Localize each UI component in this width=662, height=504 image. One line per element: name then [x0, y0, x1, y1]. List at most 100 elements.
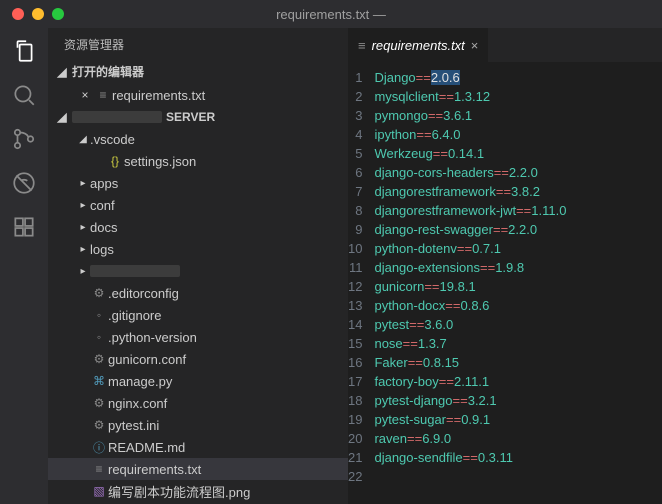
file-item[interactable]: {}settings.json [48, 150, 348, 172]
file-icon: ≡ [358, 38, 366, 53]
file-icon: ≡ [94, 88, 112, 102]
item-label: gunicorn.conf [108, 352, 340, 367]
item-label: pytest.ini [108, 418, 340, 433]
dirty-icon: × [76, 88, 94, 102]
chevron-icon: ▸ [76, 266, 90, 277]
chevron-icon: ▸ [76, 200, 90, 211]
folder-item[interactable]: ◢.vscode [48, 128, 348, 150]
code-line[interactable]: django-cors-headers==2.2.0 [374, 163, 566, 182]
item-label: 编写剧本功能流程图.png [108, 482, 340, 501]
debug-icon[interactable] [11, 170, 37, 196]
file-item[interactable]: ◦.python-version [48, 326, 348, 348]
extensions-icon[interactable] [11, 214, 37, 240]
code-line[interactable] [374, 467, 566, 486]
code-line[interactable]: Faker==0.8.15 [374, 353, 566, 372]
code-area[interactable]: Django==2.0.6mysqlclient==1.3.12pymongo=… [374, 62, 566, 504]
item-label: .vscode [90, 132, 340, 147]
code-line[interactable]: Django==2.0.6 [374, 68, 566, 87]
code-line[interactable]: mysqlclient==1.3.12 [374, 87, 566, 106]
file-type-icon: ◦ [90, 330, 108, 344]
code-line[interactable]: ipython==6.4.0 [374, 125, 566, 144]
file-type-icon: ◦ [90, 308, 108, 322]
titlebar: requirements.txt — [0, 0, 662, 28]
file-type-icon: ⌘ [90, 374, 108, 388]
editor[interactable]: 12345678910111213141516171819202122 Djan… [348, 62, 662, 504]
line-number: 1 [348, 68, 362, 87]
open-editors-section[interactable]: ◢打开的编辑器 [48, 59, 348, 84]
folder-item[interactable]: ▸apps [48, 172, 348, 194]
code-line[interactable]: pytest==3.6.0 [374, 315, 566, 334]
line-number: 12 [348, 277, 362, 296]
item-label: .gitignore [108, 308, 340, 323]
file-tree: ◢.vscode{}settings.json▸apps▸conf▸docs▸l… [48, 128, 348, 504]
line-number: 16 [348, 353, 362, 372]
item-label: nginx.conf [108, 396, 340, 411]
file-item[interactable]: ⚙nginx.conf [48, 392, 348, 414]
code-line[interactable]: django-rest-swagger==2.2.0 [374, 220, 566, 239]
line-number: 18 [348, 391, 362, 410]
file-item[interactable]: ▧编写剧本功能流程图.png [48, 480, 348, 502]
item-label: settings.json [124, 154, 340, 169]
file-item[interactable]: ⚙pytest.ini [48, 414, 348, 436]
tab-requirements[interactable]: ≡ requirements.txt × [348, 28, 489, 62]
folder-item[interactable]: ▸logs [48, 238, 348, 260]
code-line[interactable]: djangorestframework==3.8.2 [374, 182, 566, 201]
code-line[interactable]: django-extensions==1.9.8 [374, 258, 566, 277]
source-control-icon[interactable] [11, 126, 37, 152]
window-minimize-button[interactable] [32, 8, 44, 20]
code-line[interactable]: raven==6.9.0 [374, 429, 566, 448]
folder-item[interactable]: ▸docs [48, 216, 348, 238]
code-line[interactable]: nose==1.3.7 [374, 334, 566, 353]
chevron-icon: ▸ [76, 222, 90, 233]
code-line[interactable]: python-docx==0.8.6 [374, 296, 566, 315]
line-number: 6 [348, 163, 362, 182]
file-item[interactable]: ⓘREADME.md [48, 436, 348, 458]
line-number: 10 [348, 239, 362, 258]
file-item[interactable]: ◦.gitignore [48, 304, 348, 326]
obscured-name [90, 265, 180, 277]
window-title: requirements.txt — [276, 7, 386, 22]
window-close-button[interactable] [12, 8, 24, 20]
file-type-icon: ≡ [90, 462, 108, 476]
code-line[interactable]: factory-boy==2.11.1 [374, 372, 566, 391]
item-label: apps [90, 176, 340, 191]
line-number: 17 [348, 372, 362, 391]
close-icon[interactable]: × [471, 38, 479, 53]
line-number: 15 [348, 334, 362, 353]
file-type-icon: ⚙ [90, 396, 108, 410]
code-line[interactable]: pymongo==3.6.1 [374, 106, 566, 125]
line-number: 20 [348, 429, 362, 448]
line-number: 4 [348, 125, 362, 144]
project-section[interactable]: ◢SERVER [48, 106, 348, 128]
folder-item[interactable]: ▸conf [48, 194, 348, 216]
code-line[interactable]: Werkzeug==0.14.1 [374, 144, 566, 163]
item-label: README.md [108, 440, 340, 455]
file-type-icon: ▧ [90, 484, 108, 498]
file-item[interactable]: ⌘manage.py [48, 370, 348, 392]
editor-group: ≡ requirements.txt × 1234567891011121314… [348, 28, 662, 504]
item-label: conf [90, 198, 340, 213]
open-editors-label: 打开的编辑器 [72, 63, 144, 80]
window-zoom-button[interactable] [52, 8, 64, 20]
line-number: 5 [348, 144, 362, 163]
item-label: logs [90, 242, 340, 257]
folder-item[interactable]: ▸ [48, 260, 348, 282]
file-item[interactable]: ⚙.editorconfig [48, 282, 348, 304]
line-number: 19 [348, 410, 362, 429]
file-item[interactable]: ⚙gunicorn.conf [48, 348, 348, 370]
open-editor-item[interactable]: ×≡requirements.txt [48, 84, 348, 106]
code-line[interactable]: django-sendfile==0.3.11 [374, 448, 566, 467]
item-label: requirements.txt [108, 462, 340, 477]
file-item[interactable]: ≡requirements.txt [48, 458, 348, 480]
code-line[interactable]: pytest-sugar==0.9.1 [374, 410, 566, 429]
code-line[interactable]: python-dotenv==0.7.1 [374, 239, 566, 258]
file-type-icon: ⓘ [90, 439, 108, 456]
item-label: manage.py [108, 374, 340, 389]
search-icon[interactable] [11, 82, 37, 108]
code-line[interactable]: gunicorn==19.8.1 [374, 277, 566, 296]
tab-label: requirements.txt [372, 38, 465, 53]
explorer-icon[interactable] [11, 38, 37, 64]
code-line[interactable]: pytest-django==3.2.1 [374, 391, 566, 410]
code-line[interactable]: djangorestframework-jwt==1.11.0 [374, 201, 566, 220]
line-number: 21 [348, 448, 362, 467]
